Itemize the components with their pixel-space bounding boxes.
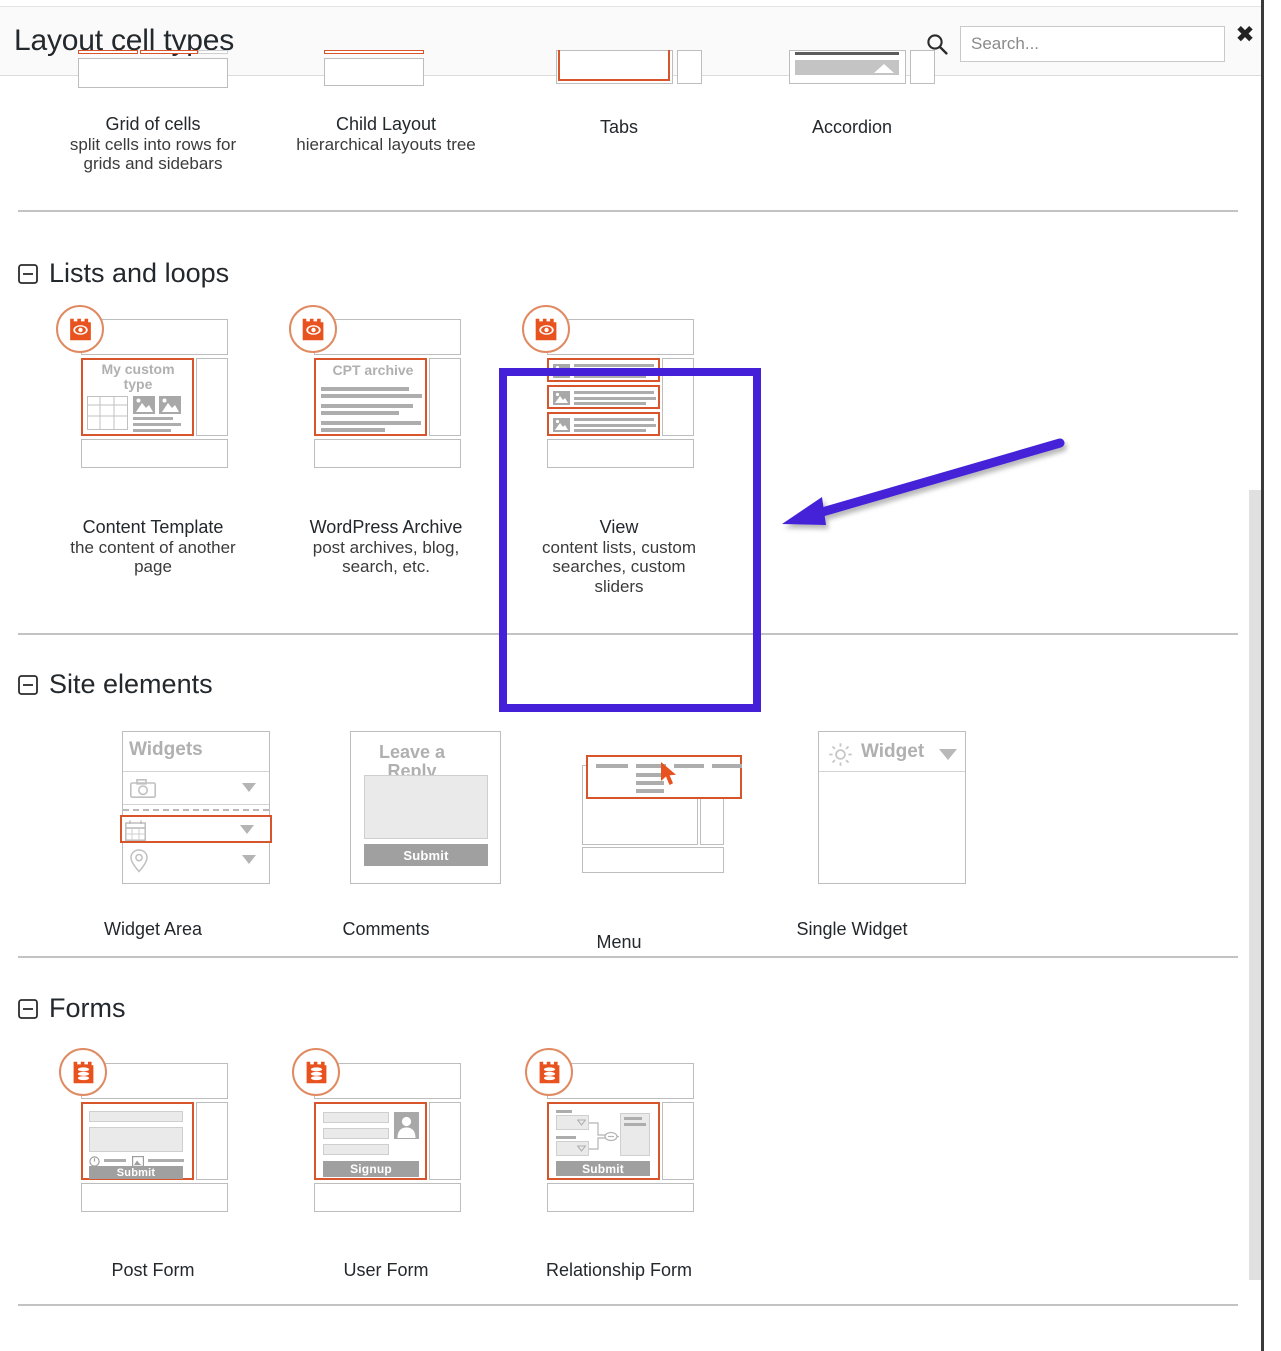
scrollbar-thumb[interactable] — [1249, 490, 1263, 1280]
section-divider — [18, 956, 1238, 958]
thumb-label: Widgets — [129, 740, 203, 760]
card-thumbnail: My custom type — [78, 310, 228, 504]
list-item — [547, 358, 660, 382]
card-thumbnail — [777, 36, 927, 106]
database-badge-icon — [525, 1048, 573, 1096]
section-divider — [18, 633, 1238, 635]
section-site-elements-cards: Widgets — [0, 731, 1264, 1021]
gear-icon — [827, 741, 854, 768]
database-badge-icon — [292, 1048, 340, 1096]
list-item — [547, 412, 660, 436]
card-title: User Form — [344, 1260, 429, 1280]
section-divider — [18, 1304, 1238, 1306]
thumb-label: CPT archive — [321, 363, 425, 378]
card-title: Comments — [342, 919, 429, 939]
card-subtitle: split cells into rows for grids and side… — [53, 135, 253, 173]
section-label: Lists and loops — [49, 258, 229, 289]
card-title: Content Template — [83, 517, 224, 537]
card-title: Grid of cells — [105, 114, 200, 134]
card-thumbnail — [544, 310, 694, 504]
highlighted-region: Submit — [81, 1102, 194, 1180]
card-subtitle: hierarchical layouts tree — [286, 135, 486, 154]
list-item — [547, 385, 660, 409]
card-grid-of-cells[interactable]: Grid of cells split cells into rows for … — [38, 36, 268, 174]
card-menu[interactable]: Menu — [504, 731, 734, 952]
card-title: Single Widget — [796, 919, 907, 939]
card-title: Tabs — [600, 117, 638, 137]
search-input[interactable] — [960, 26, 1225, 62]
eye-badge-icon — [289, 305, 337, 353]
section-header-forms[interactable]: Forms — [0, 993, 126, 1024]
highlighted-region — [120, 815, 272, 843]
pointer-cursor-icon — [660, 762, 680, 787]
thumb-button: Submit — [89, 1166, 183, 1179]
section-forms-cards: Submit Post Form — [0, 1054, 1264, 1314]
close-icon[interactable]: ✖ — [1232, 21, 1258, 47]
card-thumbnail — [544, 36, 694, 106]
database-badge-icon — [59, 1048, 107, 1096]
card-tabs[interactable]: Tabs — [504, 36, 734, 137]
card-title: Widget Area — [104, 919, 202, 939]
card-content-template[interactable]: My custom type — [38, 310, 268, 577]
search-area — [926, 26, 1225, 62]
highlighted-region — [586, 755, 742, 799]
highlighted-region: My custom type — [81, 358, 194, 436]
card-thumbnail: Widget — [777, 731, 927, 891]
eye-badge-icon — [522, 305, 570, 353]
card-title: Child Layout — [336, 114, 436, 134]
card-single-widget[interactable]: Widget Single Widget — [737, 731, 967, 939]
highlighted-region: CPT archive — [314, 358, 427, 436]
card-title: WordPress Archive — [310, 517, 463, 537]
section-header-site-elements[interactable]: Site elements — [0, 669, 213, 700]
thumb-button: Signup — [323, 1161, 419, 1177]
card-thumbnail: Submit — [544, 1054, 694, 1242]
section-header-lists-and-loops[interactable]: Lists and loops — [0, 258, 229, 289]
card-thumbnail: Leave a Reply Submit — [311, 731, 461, 891]
thumb-label: My custom type — [87, 362, 189, 391]
card-title: Post Form — [111, 1260, 194, 1280]
card-thumbnail — [544, 731, 694, 891]
card-accordion[interactable]: Accordion — [737, 36, 967, 137]
card-user-form[interactable]: Signup User Form — [271, 1054, 501, 1280]
collapse-icon[interactable] — [18, 999, 38, 1019]
card-title: View — [600, 517, 639, 537]
layout-cell-types-modal: Layout cell types ✖ — [0, 0, 1264, 1351]
collapse-icon[interactable] — [18, 264, 38, 284]
section-label: Forms — [49, 993, 126, 1024]
card-widget-area[interactable]: Widgets — [38, 731, 268, 939]
card-thumbnail: Signup — [311, 1054, 461, 1242]
thumb-button: Submit — [364, 844, 488, 866]
card-thumbnail — [311, 36, 461, 106]
eye-badge-icon — [56, 305, 104, 353]
scrollbar-track[interactable] — [1248, 76, 1264, 1351]
card-subtitle: post archives, blog, search, etc. — [286, 538, 486, 576]
card-relationship-form[interactable]: Submit Relationship Form — [504, 1054, 734, 1280]
thumb-label: Widget — [861, 742, 924, 762]
card-thumbnail: CPT archive — [311, 310, 461, 504]
card-thumbnail — [78, 36, 228, 106]
card-comments[interactable]: Leave a Reply Submit Comments — [271, 731, 501, 939]
highlighted-region: Signup — [314, 1102, 427, 1180]
card-title: Menu — [596, 932, 641, 952]
card-child-layout[interactable]: Child Layout hierarchical layouts tree — [271, 36, 501, 154]
card-title: Accordion — [812, 117, 892, 137]
highlighted-region: Submit — [547, 1102, 660, 1180]
card-subtitle: the content of another page — [53, 538, 253, 576]
section-layout-structure-cards: Grid of cells split cells into rows for … — [0, 76, 1264, 206]
card-thumbnail: Submit — [78, 1054, 228, 1242]
modal-body: Grid of cells split cells into rows for … — [0, 76, 1264, 1351]
section-label: Site elements — [49, 669, 213, 700]
card-wordpress-archive[interactable]: CPT archive WordPress Archive post archi… — [271, 310, 501, 577]
thumb-button: Submit — [556, 1161, 650, 1176]
section-divider — [18, 210, 1238, 212]
card-post-form[interactable]: Submit Post Form — [38, 1054, 268, 1280]
card-thumbnail: Widgets — [78, 731, 228, 891]
collapse-icon[interactable] — [18, 675, 38, 695]
card-view[interactable]: View content lists, custom searches, cus… — [504, 310, 734, 596]
card-title: Relationship Form — [546, 1260, 692, 1280]
section-lists-and-loops-cards: My custom type — [0, 310, 1264, 620]
card-subtitle: content lists, custom searches, custom s… — [532, 538, 707, 596]
